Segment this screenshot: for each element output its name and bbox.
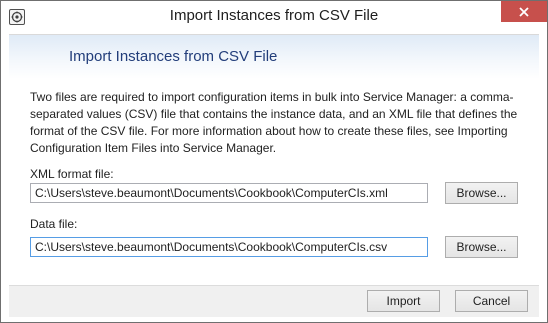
close-icon (519, 7, 529, 17)
import-button[interactable]: Import (367, 290, 440, 312)
button-footer: Import Cancel (9, 285, 539, 317)
title-bar[interactable]: Import Instances from CSV File (1, 1, 547, 34)
dialog-content: Import Instances from CSV File Two files… (9, 34, 539, 317)
data-file-field[interactable]: C:\Users\steve.beaumont\Documents\Cookbo… (30, 237, 428, 257)
data-file-label: Data file: (30, 217, 78, 231)
cancel-button[interactable]: Cancel (455, 290, 528, 312)
dialog-window: Import Instances from CSV File Import In… (0, 0, 548, 323)
xml-format-label: XML format file: (30, 167, 114, 181)
window-title: Import Instances from CSV File (169, 7, 379, 24)
description-text: Two files are required to import configu… (30, 90, 518, 155)
close-button[interactable] (501, 1, 547, 22)
page-title: Import Instances from CSV File (69, 48, 278, 65)
xml-browse-button[interactable]: Browse... (445, 182, 518, 204)
xml-format-field[interactable]: C:\Users\steve.beaumont\Documents\Cookbo… (30, 183, 428, 203)
header-banner: Import Instances from CSV File (9, 35, 539, 79)
data-browse-button[interactable]: Browse... (445, 236, 518, 258)
